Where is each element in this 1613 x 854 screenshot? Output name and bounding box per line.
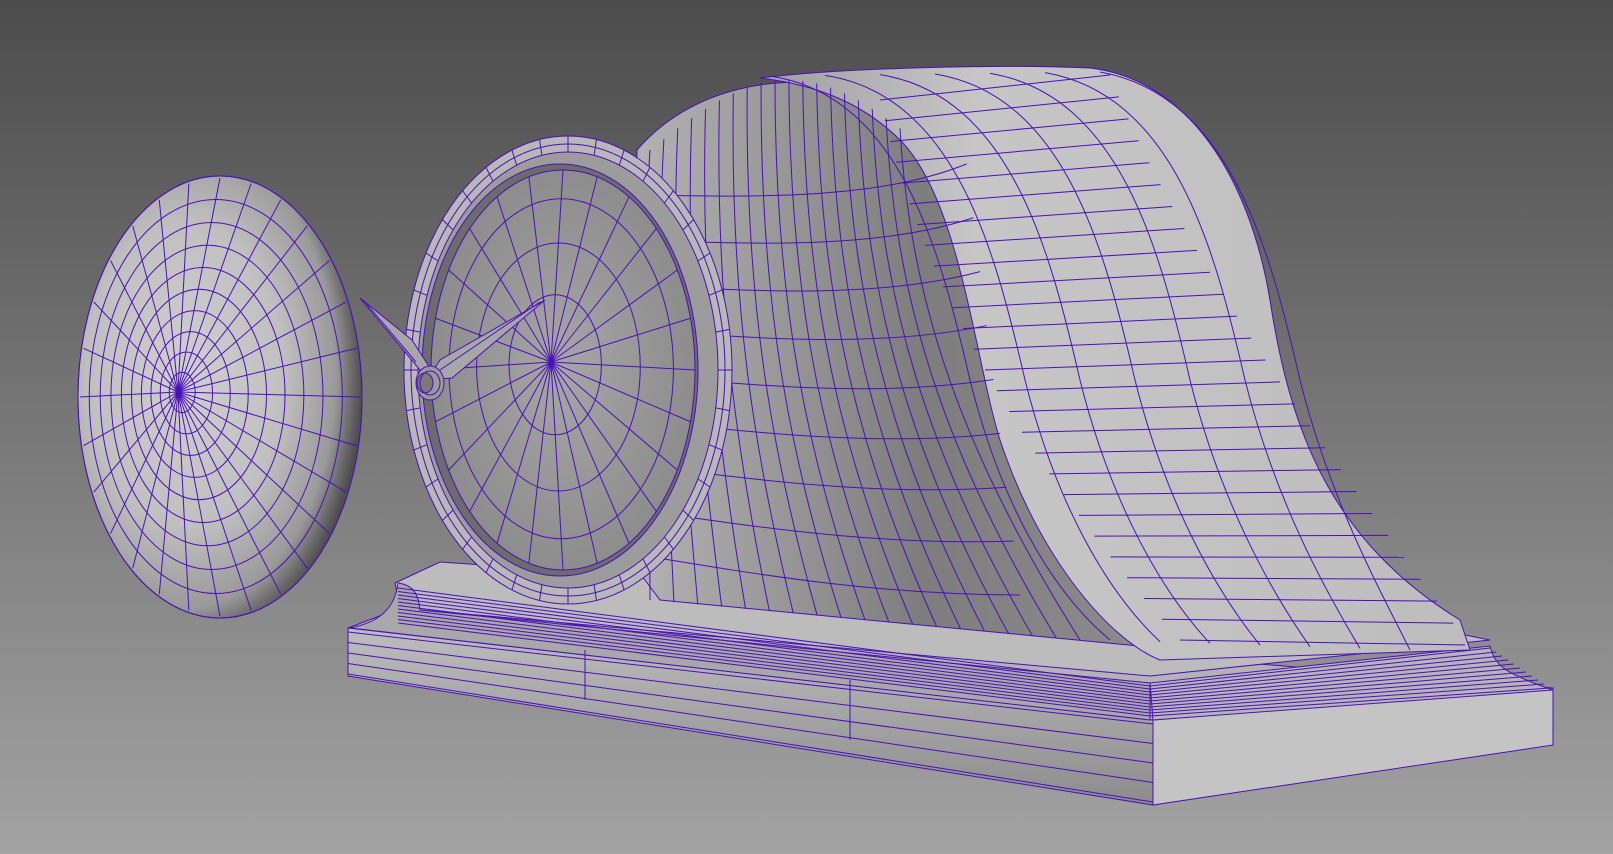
- clock-face: [430, 169, 696, 571]
- dome-glass: [77, 175, 363, 619]
- wireframe-scene: [0, 0, 1613, 854]
- 3d-viewport[interactable]: [0, 0, 1613, 854]
